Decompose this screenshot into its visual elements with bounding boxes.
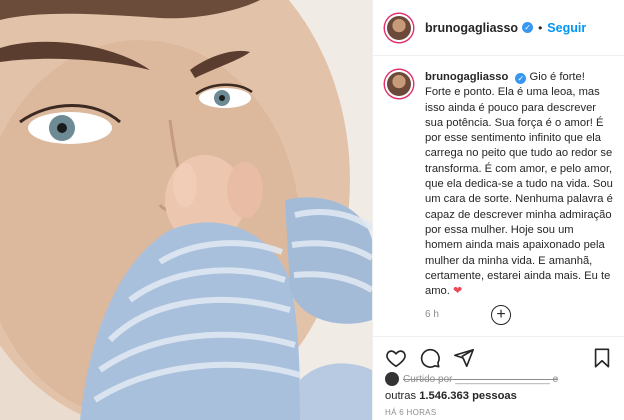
- caption-body: brunogagliasso ✓ Gio é forte! Forte e po…: [425, 70, 614, 320]
- post-header: brunogagliasso ✓ • Seguir: [373, 0, 624, 56]
- caption-verified-badge-icon: ✓: [515, 73, 527, 84]
- separator-dot: •: [538, 20, 543, 35]
- bookmark-icon[interactable]: [591, 347, 613, 369]
- others-count[interactable]: 1.546.363 pessoas: [419, 390, 517, 402]
- caption-username[interactable]: brunogagliasso: [425, 71, 508, 83]
- author-avatar[interactable]: [385, 13, 413, 42]
- photo-illustration: [0, 0, 372, 420]
- plus-icon: +: [496, 305, 506, 323]
- heart-outline-icon[interactable]: [385, 347, 407, 369]
- caption-author-avatar[interactable]: [385, 70, 413, 98]
- author-username[interactable]: brunogagliasso: [425, 21, 518, 35]
- caption: brunogagliasso ✓ Gio é forte! Forte e po…: [425, 70, 614, 299]
- caption-timestamp: 6 h: [425, 309, 439, 321]
- others-prefix: outras: [385, 390, 417, 402]
- load-more-comments-button[interactable]: +: [491, 305, 511, 325]
- caption-text: Gio é forte! Forte e ponto. Ela é uma le…: [425, 71, 613, 298]
- comment-icon[interactable]: [419, 347, 441, 369]
- paper-plane-icon[interactable]: [453, 347, 475, 369]
- action-bar: [373, 336, 624, 369]
- liked-by-text[interactable]: Curtido por _________________ e: [403, 374, 558, 385]
- liker-avatar[interactable]: [385, 372, 399, 386]
- caption-section: brunogagliasso ✓ Gio é forte! Forte e po…: [373, 56, 624, 320]
- post-photo[interactable]: [0, 0, 372, 420]
- likes-count-line[interactable]: outras 1.546.363 pessoas: [385, 390, 517, 402]
- liked-by-row: Curtido por _________________ e: [385, 372, 619, 386]
- posted-time: HÁ 6 HORAS: [385, 408, 437, 417]
- red-heart-emoji-icon: ❤: [452, 285, 463, 298]
- follow-button[interactable]: Seguir: [547, 21, 586, 35]
- verified-badge-icon: ✓: [522, 22, 534, 33]
- post-side-panel: brunogagliasso ✓ • Seguir brunogagliasso…: [372, 0, 624, 420]
